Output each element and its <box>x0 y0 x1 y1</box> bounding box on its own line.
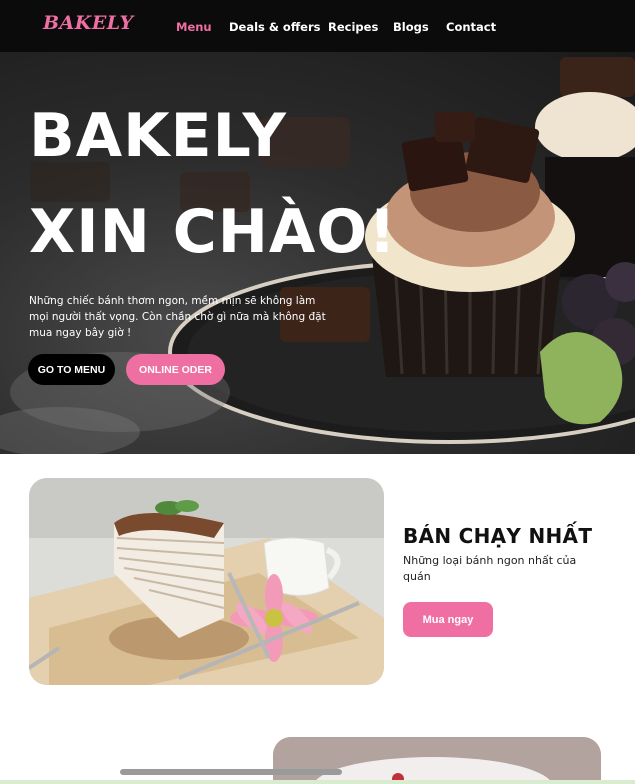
nav-item-menu[interactable]: Menu <box>176 20 212 34</box>
best-seller-subtitle: Những loại bánh ngon nhất của quán <box>403 554 577 583</box>
brand-logo[interactable]: BAKELY <box>43 12 134 34</box>
crepe-cake-image <box>29 478 384 685</box>
top-nav: BAKELY Menu Deals & offers Recipes Blogs… <box>0 0 635 52</box>
nav-item-blogs[interactable]: Blogs <box>393 20 429 34</box>
hero-description: Những chiếc bánh thơm ngon, mềm mịn sẽ k… <box>29 295 326 339</box>
go-to-menu-button[interactable]: GO TO MENU <box>28 354 115 385</box>
online-order-button[interactable]: ONLINE ODER <box>126 354 225 385</box>
hero-section: BAKELY XIN CHÀO! Những chiếc bánh thơm n… <box>0 52 635 454</box>
nav-item-contact[interactable]: Contact <box>446 20 496 34</box>
horizontal-scrollbar[interactable] <box>120 769 342 775</box>
nav-item-deals-offers[interactable]: Deals & offers <box>229 20 320 34</box>
hero-title-line1: BAKELY <box>29 101 287 171</box>
buy-now-button[interactable]: Mua ngay <box>403 602 493 637</box>
bottom-strip <box>0 780 635 784</box>
hero-title-line2: XIN CHÀO! <box>29 197 397 267</box>
best-seller-cake-image <box>29 478 384 685</box>
best-seller-title: BÁN CHẠY NHẤT <box>403 524 593 548</box>
next-product-image <box>273 737 601 784</box>
nav-item-recipes[interactable]: Recipes <box>328 20 378 34</box>
cake-image <box>273 737 601 784</box>
